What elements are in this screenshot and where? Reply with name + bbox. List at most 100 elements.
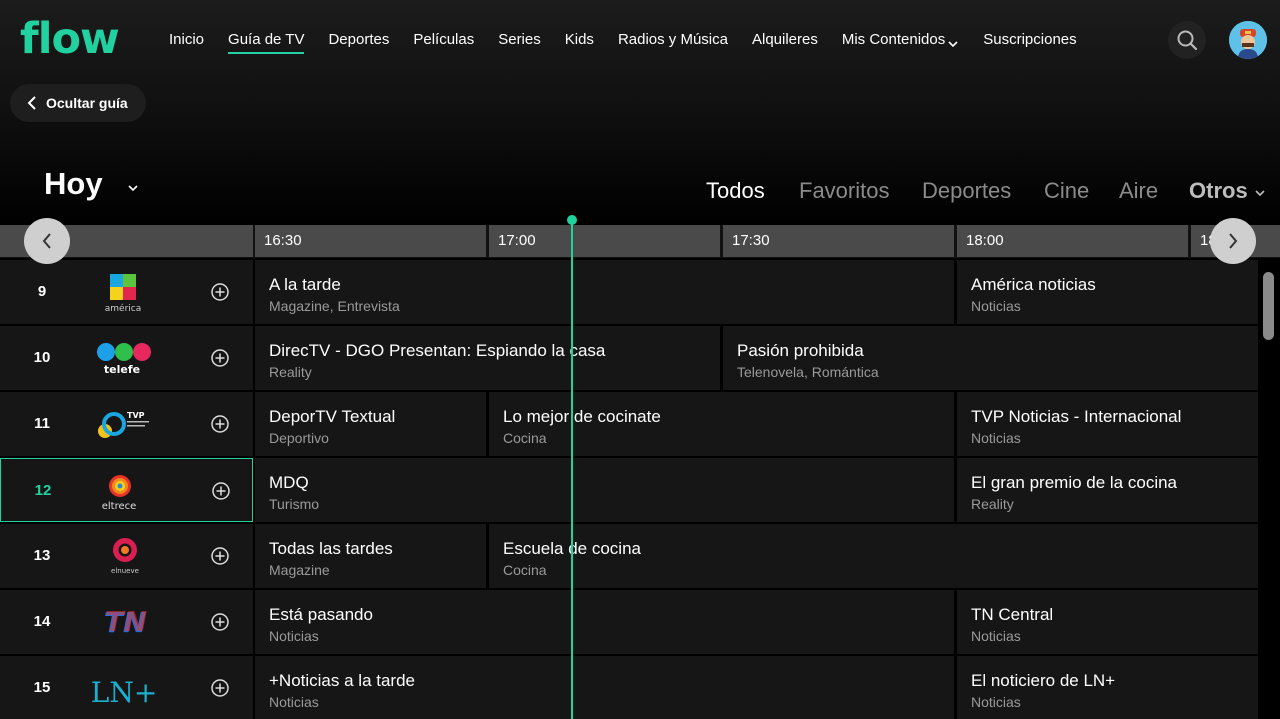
profile-avatar[interactable] [1229, 21, 1267, 59]
nav-kids[interactable]: Kids [565, 30, 594, 54]
eltrece-logo: eltrece [102, 475, 136, 512]
channel-cell[interactable]: 11 TVP [0, 392, 253, 456]
svg-text:américa: américa [105, 303, 141, 314]
add-favorite-icon[interactable] [210, 678, 230, 698]
nav-deportes[interactable]: Deportes [328, 30, 389, 54]
vertical-scrollbar[interactable] [1263, 272, 1274, 340]
scroll-left-button[interactable] [24, 218, 70, 264]
program-genre: Magazine, Entrevista [269, 298, 400, 314]
program-title: TN Central [971, 605, 1054, 624]
program-genre: Cocina [503, 562, 547, 578]
channel-row: 14 TN TN Está pasando Noticias TN Centra… [0, 590, 1258, 654]
program-cell[interactable]: El noticiero de LN+ Noticias [957, 656, 1258, 719]
channel-number: 13 [33, 547, 51, 564]
program-title: +Noticias a la tarde [269, 671, 415, 690]
category-filters: Todos Favoritos Deportes Cine Aire Otros [0, 178, 1280, 208]
svg-text:TN: TN [105, 605, 148, 638]
program-cell[interactable]: A la tarde Magazine, Entrevista [255, 260, 954, 324]
add-favorite-icon[interactable] [210, 612, 230, 632]
program-cell[interactable]: TVP Noticias - Internacional Noticias [957, 392, 1258, 456]
channel-row: 10 telefe DirecTV - DGO Presentan: Espia… [0, 326, 1258, 390]
program-genre: Noticias [971, 298, 1021, 314]
svg-text:telefe: telefe [104, 363, 140, 376]
program-title: Todas las tardes [269, 539, 393, 558]
search-button[interactable] [1168, 21, 1206, 59]
filter-todos[interactable]: Todos [706, 178, 765, 204]
program-title: MDQ [269, 473, 309, 492]
flow-logo[interactable]: flow [20, 14, 120, 64]
nav-peliculas[interactable]: Películas [413, 30, 474, 54]
nav-guia-de-tv[interactable]: Guía de TV [228, 30, 305, 54]
program-genre: Noticias [971, 430, 1021, 446]
nav-suscripciones[interactable]: Suscripciones [983, 30, 1076, 54]
program-genre: Deportivo [269, 430, 329, 446]
program-title: DirecTV - DGO Presentan: Espiando la cas… [269, 341, 606, 360]
channel-row: 13 elnueve Todas las tardes Magazine Esc… [0, 524, 1258, 588]
nav-inicio[interactable]: Inicio [169, 30, 204, 54]
program-genre: Noticias [971, 694, 1021, 710]
program-genre: Telenovela, Romántica [737, 364, 879, 380]
channel-row: 9 américa A la tarde Magazine, Entrevist… [0, 260, 1258, 324]
time-slot: 18:00 [957, 225, 1188, 257]
channel-row: 11 TVP DeporTV Textual Deportivo Lo mejo… [0, 392, 1258, 456]
time-slot: 16:30 [255, 225, 486, 257]
program-cell[interactable]: Lo mejor de cocinate Cocina [489, 392, 954, 456]
filter-aire[interactable]: Aire [1119, 178, 1158, 204]
program-genre: Magazine [269, 562, 330, 578]
channel-number: 11 [34, 415, 50, 432]
filter-favoritos[interactable]: Favoritos [799, 178, 889, 204]
program-cell[interactable]: Todas las tardes Magazine [255, 524, 486, 588]
channel-cell-selected[interactable]: 12 eltrece [0, 458, 253, 522]
program-genre: Turismo [269, 496, 320, 512]
add-favorite-icon[interactable] [210, 414, 230, 434]
add-favorite-icon[interactable] [210, 546, 230, 566]
channel-number: 9 [37, 283, 47, 300]
chevron-left-icon [42, 233, 51, 249]
time-slot: 17:00 [489, 225, 720, 257]
search-icon [1177, 30, 1198, 51]
program-cell[interactable]: TN Central Noticias [957, 590, 1258, 654]
ln-plus-logo: LN+ [92, 676, 156, 709]
channel-cell[interactable]: 9 américa [0, 260, 253, 324]
program-genre: Reality [971, 496, 1014, 512]
chevron-down-icon [1255, 190, 1265, 197]
nav-mis-contenidos[interactable]: Mis Contenidos [842, 30, 959, 54]
chevron-right-icon [1229, 233, 1238, 249]
channel-cell[interactable]: 15 LN+ [0, 656, 253, 719]
add-favorite-icon[interactable] [210, 282, 230, 302]
time-slot: 17:30 [723, 225, 954, 257]
hide-guide-button[interactable]: Ocultar guía [10, 84, 146, 122]
channel-number: 15 [33, 679, 51, 696]
filter-otros[interactable]: Otros [1189, 178, 1266, 204]
program-cell[interactable]: Escuela de cocina Cocina [489, 524, 1258, 588]
tvp-logo: TVP [98, 411, 149, 438]
add-favorite-icon[interactable] [211, 481, 231, 501]
program-cell[interactable]: América noticias Noticias [957, 260, 1258, 324]
channel-cell[interactable]: 13 elnueve [0, 524, 253, 588]
program-cell[interactable]: Pasión prohibida Telenovela, Romántica [723, 326, 1258, 390]
program-title: América noticias [971, 275, 1096, 294]
program-cell[interactable]: El gran premio de la cocina Reality [957, 458, 1258, 522]
telefe-logo: telefe [97, 343, 151, 376]
program-cell[interactable]: Está pasando Noticias [255, 590, 954, 654]
filter-deportes[interactable]: Deportes [922, 178, 1011, 204]
add-favorite-icon[interactable] [210, 348, 230, 368]
nav-alquileres[interactable]: Alquileres [752, 30, 818, 54]
main-nav: Inicio Guía de TV Deportes Películas Ser… [169, 30, 1101, 54]
program-cell[interactable]: DeporTV Textual Deportivo [255, 392, 486, 456]
nav-series[interactable]: Series [498, 30, 541, 54]
nav-radios-y-musica[interactable]: Radios y Música [618, 30, 728, 54]
svg-text:elnueve: elnueve [111, 567, 139, 575]
program-cell[interactable]: +Noticias a la tarde Noticias [255, 656, 954, 719]
channel-cell[interactable]: 14 TN TN [0, 590, 253, 654]
filter-cine[interactable]: Cine [1044, 178, 1089, 204]
program-cell[interactable]: MDQ Turismo [255, 458, 954, 522]
channel-cell[interactable]: 10 telefe [0, 326, 253, 390]
program-cell[interactable]: DirecTV - DGO Presentan: Espiando la cas… [255, 326, 720, 390]
channel-row: 12 eltrece MDQ Turismo El gran premio de… [0, 458, 1258, 522]
scroll-right-button[interactable] [1210, 218, 1256, 264]
program-title: Escuela de cocina [503, 539, 641, 558]
svg-text:LN+: LN+ [92, 676, 156, 709]
avatar-icon [1229, 21, 1267, 59]
program-genre: Noticias [269, 628, 319, 644]
